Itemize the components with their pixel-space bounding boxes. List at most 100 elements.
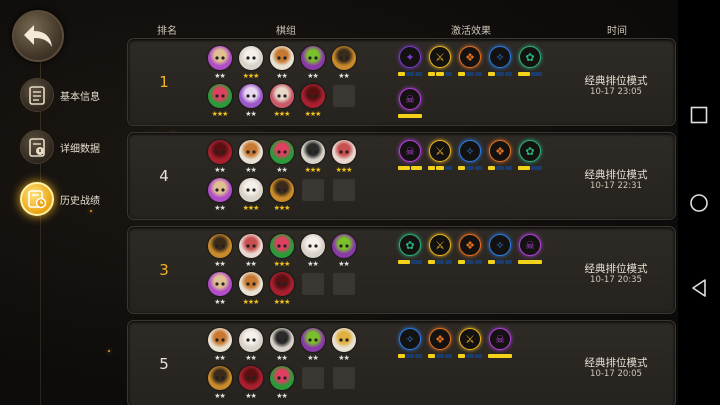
trait-badge[interactable]: ✿	[398, 233, 422, 273]
rank-value: 1	[159, 73, 169, 91]
match-card[interactable]: 1 ★★ ★★★ ★★ ★★ ★★ ★★★ ★★ ★★★ ★★★ ✦ ⚔ ❖ ✧…	[127, 38, 676, 126]
chess-piece[interactable]: ★★★	[237, 177, 264, 215]
chess-piece[interactable]: ★★★	[206, 83, 233, 121]
trait-badge[interactable]: ✿	[518, 139, 542, 179]
history-clock-icon	[20, 182, 54, 216]
recent-apps-button[interactable]	[686, 102, 712, 128]
star-rating: ★★	[214, 166, 226, 174]
chess-piece[interactable]: ★★★	[268, 83, 295, 121]
empty-slot	[299, 365, 326, 403]
table-header: 排名 棋组 激活效果 时间	[0, 22, 678, 38]
triangle-back-icon	[692, 279, 706, 297]
trait-badge[interactable]: ✧	[488, 233, 512, 273]
trait-badge[interactable]: ☠	[398, 139, 422, 179]
hero-portrait-icon	[300, 140, 325, 164]
hero-portrait-icon	[207, 366, 232, 390]
lineup: ★★ ★★ ★★★ ★★ ★★ ★★ ★★★ ★★★	[206, 233, 366, 309]
hero-portrait-icon	[331, 140, 356, 164]
trait-icon: ✿	[519, 46, 541, 68]
star-rating: ★★★	[242, 298, 260, 306]
chess-piece[interactable]: ★★★	[268, 271, 295, 309]
trait-badge[interactable]: ❖	[428, 327, 452, 367]
chess-piece[interactable]: ★★★	[268, 233, 295, 271]
star-rating: ★★	[245, 392, 257, 400]
trait-badge[interactable]: ⚔	[428, 139, 452, 179]
hero-portrait-icon	[269, 46, 294, 70]
chess-piece[interactable]: ★★★	[237, 45, 264, 83]
chess-piece[interactable]: ★★	[330, 233, 357, 271]
rank-value: 4	[159, 167, 169, 185]
chess-piece[interactable]: ★★★	[330, 139, 357, 177]
match-time: 10-17 20:05	[590, 369, 642, 379]
star-rating: ★★	[338, 260, 350, 268]
chess-piece[interactable]: ★★	[206, 233, 233, 271]
chess-piece[interactable]: ★★★	[299, 139, 326, 177]
chess-piece[interactable]: ★★	[299, 233, 326, 271]
trait-icon: ✧	[489, 234, 511, 256]
match-card[interactable]: 3 ★★ ★★ ★★★ ★★ ★★ ★★ ★★★ ★★★ ✿ ⚔ ❖ ✧ ☠ 经…	[127, 226, 676, 314]
star-rating: ★★★	[335, 166, 353, 174]
trait-badge[interactable]: ⚔	[428, 45, 452, 85]
lineup-row: ★★ ★★ ★★ ★★ ★★	[206, 327, 366, 365]
chess-piece[interactable]: ★★★	[268, 177, 295, 215]
header-traits: 激活效果	[451, 26, 491, 37]
trait-badge[interactable]: ☠	[518, 233, 542, 273]
traits-row: ✦ ⚔ ❖ ✧ ✿	[398, 45, 558, 87]
chess-piece[interactable]: ★★	[237, 233, 264, 271]
chess-piece[interactable]: ★★	[268, 45, 295, 83]
chess-piece[interactable]: ★★	[237, 327, 264, 365]
chess-piece[interactable]: ★★	[206, 177, 233, 215]
trait-badge[interactable]: ✧	[398, 327, 422, 367]
spark-particle	[108, 350, 110, 352]
star-rating: ★★★	[304, 110, 322, 118]
trait-badge[interactable]: ✧	[488, 45, 512, 85]
lineup-row: ★★ ★★★ ★★★	[206, 271, 366, 309]
hero-portrait-icon	[300, 46, 325, 70]
match-card[interactable]: 4 ★★ ★★ ★★ ★★★ ★★★ ★★ ★★★ ★★★ ☠ ⚔ ✧ ❖ ✿ …	[127, 132, 676, 220]
chess-piece[interactable]: ★★	[299, 327, 326, 365]
chess-piece[interactable]: ★★	[330, 327, 357, 365]
hero-portrait-icon	[207, 84, 232, 108]
match-card[interactable]: 5 ★★ ★★ ★★ ★★ ★★ ★★ ★★ ★★ ✧ ❖ ⚔ ☠ 经典排位模式…	[127, 320, 676, 405]
chess-piece[interactable]: ★★	[299, 45, 326, 83]
chess-piece[interactable]: ★★	[206, 271, 233, 309]
chess-piece[interactable]: ★★	[206, 45, 233, 83]
trait-badge[interactable]: ❖	[488, 139, 512, 179]
chess-piece[interactable]: ★★	[330, 45, 357, 83]
chess-piece[interactable]: ★★	[237, 139, 264, 177]
trait-badge[interactable]: ✦	[398, 45, 422, 85]
chess-piece[interactable]: ★★	[268, 139, 295, 177]
star-rating: ★★★	[273, 298, 291, 306]
sidebar-item-1[interactable]: 详细数据	[20, 130, 100, 164]
trait-icon: ⚔	[429, 46, 451, 68]
chess-piece[interactable]: ★★★	[299, 83, 326, 121]
sidebar-item-2[interactable]: 历史战绩	[20, 182, 100, 216]
trait-badge[interactable]: ❖	[458, 45, 482, 85]
trait-level-bar	[488, 166, 512, 170]
chess-piece[interactable]: ★★	[206, 365, 233, 403]
chess-piece[interactable]: ★★★	[237, 271, 264, 309]
trait-badge[interactable]: ☠	[488, 327, 512, 367]
home-button[interactable]	[686, 190, 712, 216]
sidebar-item-label: 详细数据	[60, 143, 100, 155]
hero-portrait-icon	[238, 178, 263, 202]
trait-icon: ⚔	[429, 234, 451, 256]
chess-piece[interactable]: ★★	[206, 327, 233, 365]
trait-badge[interactable]: ✿	[518, 45, 542, 85]
sidebar-item-0[interactable]: 基本信息	[20, 78, 100, 112]
hero-portrait-icon	[269, 366, 294, 390]
chess-piece[interactable]: ★★	[237, 83, 264, 121]
trait-badge[interactable]: ❖	[458, 233, 482, 273]
chess-piece[interactable]: ★★	[268, 327, 295, 365]
chess-piece[interactable]: ★★	[268, 365, 295, 403]
chess-piece[interactable]: ★★	[206, 139, 233, 177]
trait-badge[interactable]: ✧	[458, 139, 482, 179]
trait-badge[interactable]: ☠	[398, 87, 422, 127]
nav-back-button[interactable]	[686, 275, 712, 301]
trait-badge[interactable]: ⚔	[428, 233, 452, 273]
traits-row: ☠ ⚔ ✧ ❖ ✿	[398, 139, 558, 181]
chess-piece[interactable]: ★★	[237, 365, 264, 403]
trait-badge[interactable]: ⚔	[458, 327, 482, 367]
trait-icon: ✧	[459, 140, 481, 162]
empty-slot	[299, 177, 326, 215]
